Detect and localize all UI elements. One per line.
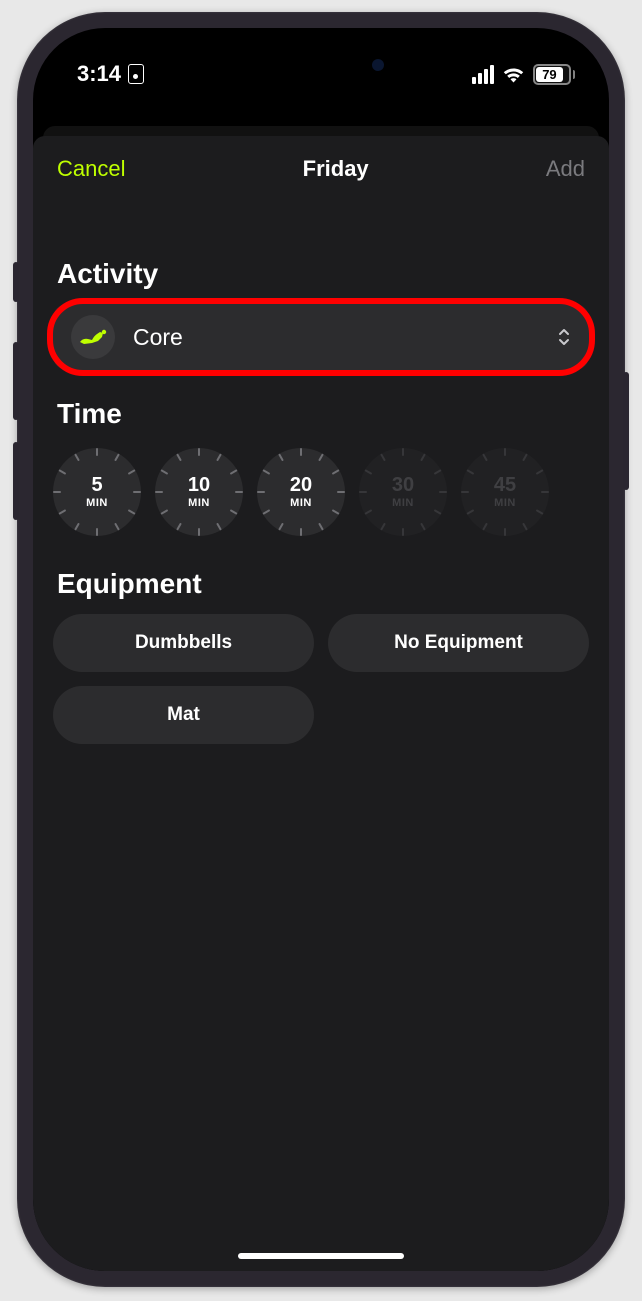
phone-frame: 3:14 79 Cancel [17,12,625,1287]
side-button-silent [13,262,19,302]
core-activity-icon [71,315,115,359]
side-button-volume-down [13,442,19,520]
activity-selector[interactable]: Core [53,304,589,370]
time-option-30: 30MIN [359,448,447,536]
time-options-row: 5MIN10MIN20MIN30MIN45MIN [53,444,589,540]
orientation-lock-icon [128,64,144,84]
page-title: Friday [303,156,369,182]
battery-percent: 79 [531,67,567,82]
activity-selected-label: Core [133,324,539,351]
time-option-5[interactable]: 5MIN [53,448,141,536]
time-option-45: 45MIN [461,448,549,536]
sheet-content: Cancel Friday Add Activity Core [33,136,609,1271]
equipment-options-row: DumbbellsNo EquipmentMat [53,614,589,744]
status-right: 79 [472,64,575,85]
activity-section-title: Activity [57,258,589,290]
time-option-20[interactable]: 20MIN [257,448,345,536]
home-indicator[interactable] [238,1253,404,1259]
dynamic-island [246,44,396,86]
equipment-option-dumbbells[interactable]: Dumbbells [53,614,314,672]
cellular-signal-icon [472,65,494,84]
wifi-icon [502,66,525,83]
add-button[interactable]: Add [546,156,585,182]
equipment-section-title: Equipment [57,568,589,600]
equipment-option-no-equipment[interactable]: No Equipment [328,614,589,672]
side-button-volume-up [13,342,19,420]
status-time: 3:14 [77,61,121,87]
front-camera [372,59,384,71]
navbar: Cancel Friday Add [53,136,589,202]
screen: 3:14 79 Cancel [33,28,609,1271]
chevron-updown-icon [557,327,571,347]
cancel-button[interactable]: Cancel [57,156,125,182]
status-left: 3:14 [77,61,144,87]
equipment-option-mat[interactable]: Mat [53,686,314,744]
time-option-10[interactable]: 10MIN [155,448,243,536]
battery-indicator: 79 [533,64,575,85]
time-section-title: Time [57,398,589,430]
side-button-power [623,372,629,490]
